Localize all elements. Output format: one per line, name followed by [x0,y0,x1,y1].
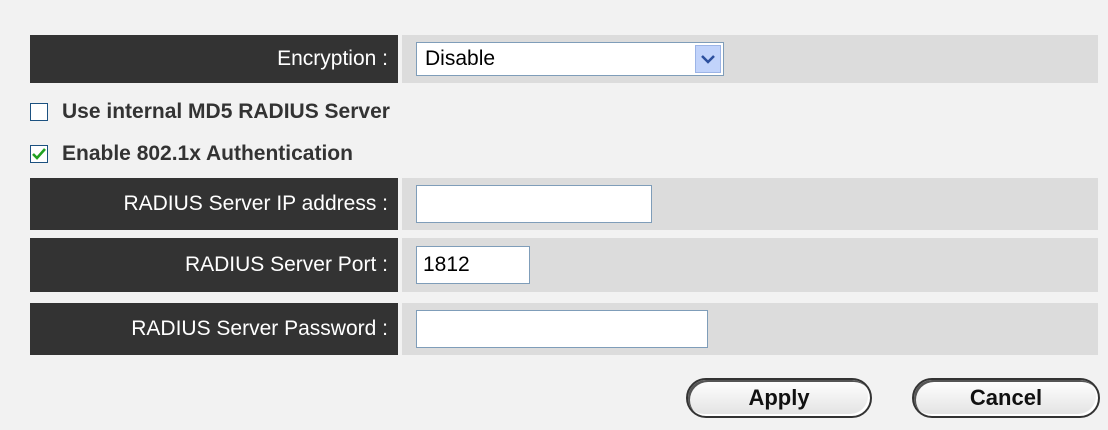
radius-ip-input[interactable] [416,185,652,223]
radius-port-input-value: 1812 [423,253,470,276]
radius-ip-row: RADIUS Server IP address : [30,178,1098,230]
radius-password-input[interactable] [416,310,708,348]
enable-8021x-checkbox[interactable] [30,145,48,163]
use-internal-md5-label: Use internal MD5 RADIUS Server [62,100,390,123]
encryption-label: Encryption : [30,35,398,83]
encryption-select-value: Disable [425,47,496,70]
radius-port-label: RADIUS Server Port : [30,238,398,292]
checkmark-icon [32,148,46,160]
encryption-row: Encryption : Disable [30,35,1098,83]
encryption-select[interactable]: Disable [416,42,724,76]
radius-port-row: RADIUS Server Port : 1812 [30,238,1098,292]
chevron-down-icon[interactable] [695,45,721,73]
radius-ip-label: RADIUS Server IP address : [30,178,398,230]
cancel-button[interactable]: Cancel [912,378,1100,418]
enable-8021x-label: Enable 802.1x Authentication [62,142,353,165]
radius-password-label: RADIUS Server Password : [30,303,398,355]
use-internal-md5-checkbox[interactable] [30,103,48,121]
radius-password-row: RADIUS Server Password : [30,303,1098,355]
enable-8021x-option[interactable]: Enable 802.1x Authentication [30,139,353,169]
apply-button[interactable]: Apply [686,378,872,418]
use-internal-md5-option[interactable]: Use internal MD5 RADIUS Server [30,97,390,127]
radius-port-input[interactable]: 1812 [416,246,530,284]
